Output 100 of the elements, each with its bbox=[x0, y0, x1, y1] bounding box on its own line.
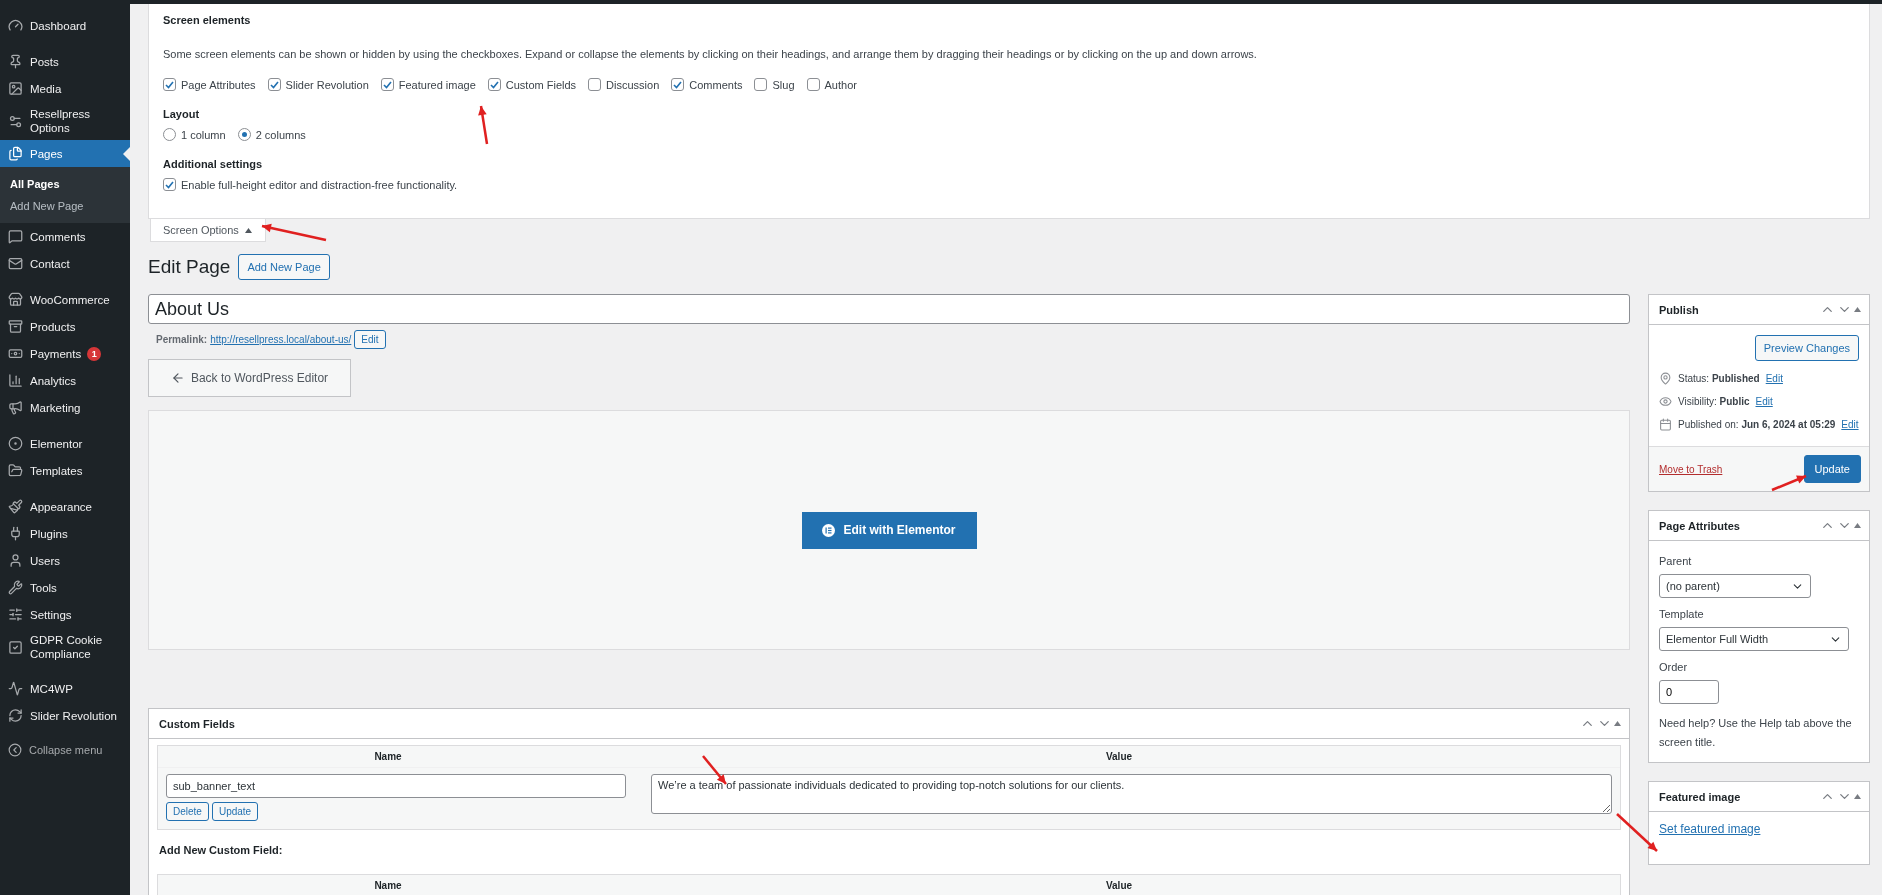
checkbox[interactable] bbox=[267, 78, 281, 91]
checkbox-label: Page Attributes bbox=[181, 78, 256, 91]
field-value-input[interactable]: We’re a team of passionate individuals dedicated to providing top-notch solutions for our clients. bbox=[651, 774, 1612, 814]
toggle-triangle-icon[interactable] bbox=[1854, 794, 1861, 799]
menu-icon bbox=[8, 400, 23, 415]
sidebar-item[interactable]: Posts bbox=[0, 48, 130, 75]
sidebar-item[interactable]: Payments 1 bbox=[0, 340, 130, 367]
menu-icon bbox=[8, 639, 23, 655]
checkbox[interactable] bbox=[163, 178, 176, 191]
radio-label: 2 columns bbox=[255, 128, 306, 141]
edit-permalink-button[interactable]: Edit bbox=[354, 330, 386, 349]
checkbox-label: Featured image bbox=[398, 78, 476, 91]
field-action-button[interactable]: Update bbox=[211, 802, 259, 821]
menu-label: Resellpress Options bbox=[30, 107, 92, 135]
menu-icon bbox=[8, 292, 23, 307]
edit-link[interactable]: Edit bbox=[1755, 396, 1773, 407]
field-label: Template bbox=[1659, 608, 1705, 620]
menu-label: Posts bbox=[30, 54, 59, 69]
box-title: Featured image bbox=[1659, 790, 1741, 803]
sidebar-item[interactable]: Templates bbox=[0, 457, 130, 484]
menu-icon bbox=[8, 436, 23, 451]
sidebar-item[interactable]: Slider Revolution bbox=[0, 702, 130, 729]
template-select[interactable]: Elementor Full Width bbox=[1659, 627, 1849, 651]
sidebar-item[interactable]: Marketing bbox=[0, 394, 130, 421]
sidebar-item[interactable]: Dashboard bbox=[0, 12, 130, 39]
toggle-triangle-icon[interactable] bbox=[1614, 721, 1621, 726]
sidebar-item[interactable]: MC4WP bbox=[0, 675, 130, 702]
screen-options-tab[interactable]: Screen Options bbox=[150, 219, 266, 242]
menu-icon bbox=[8, 319, 23, 334]
add-new-page-button[interactable]: Add New Page bbox=[238, 254, 330, 280]
menu-icon bbox=[8, 346, 23, 361]
box-title: Custom Fields bbox=[159, 717, 235, 730]
menu-label: Settings bbox=[30, 607, 72, 622]
box-title: Page Attributes bbox=[1659, 519, 1740, 532]
annotation-arrow bbox=[1616, 813, 1658, 852]
checkbox[interactable] bbox=[380, 78, 394, 91]
preview-button[interactable]: Preview Changes bbox=[1754, 335, 1859, 361]
sidebar-item[interactable]: Products bbox=[0, 313, 130, 340]
menu-icon bbox=[8, 580, 23, 595]
title-field[interactable]: About Us bbox=[148, 294, 1630, 324]
sidebar-item[interactable]: Pages bbox=[0, 140, 130, 167]
back-to-editor-button[interactable]: Back to WordPress Editor bbox=[148, 359, 351, 397]
checkbox[interactable] bbox=[806, 78, 820, 91]
sidebar-item[interactable]: Settings bbox=[0, 601, 130, 628]
permalink-label: Permalink: bbox=[156, 334, 208, 345]
radio-button[interactable] bbox=[237, 128, 251, 141]
menu-label: Templates bbox=[30, 463, 83, 478]
sidebar-item[interactable]: Analytics bbox=[0, 367, 130, 394]
sidebar-item[interactable]: Tools bbox=[0, 574, 130, 601]
sidebar-item[interactable]: Media bbox=[0, 75, 130, 102]
field-name-input[interactable]: sub_banner_text bbox=[166, 774, 626, 798]
submenu-item[interactable]: Add New Page bbox=[0, 195, 130, 217]
sidebar-item[interactable]: Elementor bbox=[0, 430, 130, 457]
checkbox[interactable] bbox=[671, 78, 685, 91]
meta-text: Visibility: Public bbox=[1678, 396, 1750, 407]
column-header: Value bbox=[1104, 880, 1134, 891]
permalink-link[interactable]: http://resellpress.local/about-us/ bbox=[210, 334, 352, 345]
checkbox[interactable] bbox=[487, 78, 501, 91]
menu-icon bbox=[8, 113, 23, 129]
sidebar-item[interactable]: Appearance bbox=[0, 493, 130, 520]
edit-with-elementor-button[interactable]: Edit with Elementor bbox=[801, 511, 977, 549]
meta-icon bbox=[1659, 418, 1672, 431]
radio-button[interactable] bbox=[163, 128, 176, 141]
meta-text: Published on: Jun 6, 2024 at 05:29 bbox=[1678, 419, 1836, 430]
triangle-icon bbox=[244, 227, 252, 233]
sidebar-item[interactable]: Comments bbox=[0, 223, 130, 250]
sidebar-item[interactable]: Contact bbox=[0, 250, 130, 277]
checkbox-label: Slug bbox=[772, 78, 795, 91]
order-input[interactable]: 0 bbox=[1659, 680, 1719, 704]
collapse-menu-button[interactable]: Collapse menu bbox=[0, 738, 130, 762]
menu-icon bbox=[8, 499, 23, 514]
checkbox[interactable] bbox=[754, 78, 768, 91]
toggle-triangle-icon[interactable] bbox=[1854, 523, 1861, 528]
annotation-arrow bbox=[261, 223, 327, 242]
menu-label: MC4WP bbox=[30, 681, 73, 696]
checkbox-label: Author bbox=[824, 78, 857, 91]
menu-label: Comments bbox=[30, 229, 86, 244]
edit-link[interactable]: Edit bbox=[1841, 419, 1859, 430]
menu-label: Elementor bbox=[30, 436, 83, 451]
menu-label: Tools bbox=[30, 580, 57, 595]
trash-link[interactable]: Move to Trash bbox=[1659, 463, 1723, 475]
sidebar-item[interactable]: WooCommerce bbox=[0, 286, 130, 313]
set-featured-image-link[interactable]: Set featured image bbox=[1659, 822, 1761, 836]
sidebar-item[interactable]: Plugins bbox=[0, 520, 130, 547]
toggle-triangle-icon[interactable] bbox=[1854, 307, 1861, 312]
parent-select[interactable]: (no parent) bbox=[1659, 574, 1811, 598]
update-button[interactable]: Update bbox=[1803, 455, 1861, 483]
field-action-button[interactable]: Delete bbox=[166, 802, 209, 821]
submenu-item[interactable]: All Pages bbox=[0, 173, 130, 195]
checkbox[interactable] bbox=[163, 78, 176, 91]
menu-label: Plugins bbox=[30, 526, 68, 541]
sidebar-item[interactable]: GDPR Cookie Compliance bbox=[0, 628, 130, 666]
sidebar-item[interactable]: Users bbox=[0, 547, 130, 574]
edit-link[interactable]: Edit bbox=[1765, 373, 1783, 384]
checkbox[interactable] bbox=[588, 78, 602, 91]
menu-icon bbox=[8, 146, 23, 161]
field-label: Parent bbox=[1659, 555, 1693, 567]
sidebar-item[interactable]: Resellpress Options bbox=[0, 102, 130, 140]
menu-label: Media bbox=[30, 81, 62, 96]
section-heading: Additional settings bbox=[163, 158, 263, 170]
